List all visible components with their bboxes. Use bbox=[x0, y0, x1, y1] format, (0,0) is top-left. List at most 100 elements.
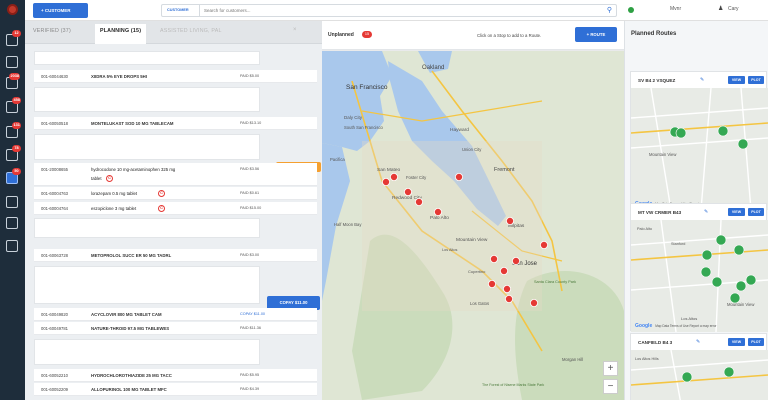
close-icon[interactable]: × bbox=[293, 27, 297, 33]
search-input[interactable] bbox=[204, 6, 584, 15]
controlled-substance-icon: C bbox=[158, 205, 165, 212]
nav-badge: 458 bbox=[12, 97, 22, 104]
order-row[interactable]: 001-60004764 eszopiclone 3 mg tablet C P… bbox=[34, 202, 317, 215]
map-label: Fremont bbox=[494, 167, 515, 173]
tab-verified[interactable]: VERIFIED (37) bbox=[33, 28, 71, 34]
nav-badge: 78 bbox=[12, 145, 21, 152]
map-label: Los Altos bbox=[442, 248, 458, 252]
plot-route-button[interactable]: PLOT bbox=[748, 76, 764, 84]
edit-icon[interactable]: ✎ bbox=[704, 209, 708, 215]
add-customer-button[interactable]: + CUSTOMER bbox=[33, 3, 88, 18]
edit-icon[interactable]: ✎ bbox=[700, 77, 704, 83]
controlled-substance-icon: C bbox=[106, 175, 113, 182]
route-name[interactable]: CANFIELD B4 3 bbox=[638, 340, 672, 345]
order-group-header bbox=[34, 87, 260, 112]
user-menu[interactable]: Cary bbox=[728, 6, 739, 12]
stops-map[interactable]: Oakland San Francisco Daly City South Sa… bbox=[322, 51, 624, 400]
map-label: Los Altos bbox=[681, 316, 697, 321]
stop-marker bbox=[700, 266, 712, 278]
payment-status: COPAY $11.00 bbox=[240, 312, 266, 316]
view-route-button[interactable]: VIEW bbox=[728, 208, 745, 216]
route-minimap[interactable]: Palo Alto Stanford Mountain View Los Alt… bbox=[631, 220, 768, 332]
drug-name: NATURE-THROID 97.5 MG TABLEWES bbox=[91, 326, 170, 331]
route-card: CANFIELD B4 3 ✎ VIEW PLOT Los Altos Hill… bbox=[630, 333, 768, 400]
route-card: MT VW CRMER B43 ✎ VIEW PLOT Palo Alto St… bbox=[630, 203, 768, 332]
rx-number: 001-60063728 bbox=[41, 253, 69, 258]
add-route-button[interactable]: + ROUTE bbox=[575, 27, 617, 42]
plot-route-button[interactable]: PLOT bbox=[748, 208, 764, 216]
payment-status: PAID $11.36 bbox=[240, 326, 261, 330]
order-row[interactable]: 001-60052210 HYDROCHLOROTHIAZIDE 25 MG T… bbox=[34, 369, 317, 382]
drug-name: HYDROCHLOROTHIAZIDE 25 MG TACC bbox=[91, 373, 172, 378]
stop-marker bbox=[434, 207, 443, 216]
search-scope-select[interactable]: CUSTOMER bbox=[162, 5, 200, 16]
map-label: Los Gatos bbox=[470, 301, 489, 306]
map-label: Daly City bbox=[344, 115, 363, 120]
payment-status: PAID $13.10 bbox=[240, 121, 262, 125]
stop-marker bbox=[735, 280, 747, 292]
drug-name: hydrocodone 10 mg-acetaminophen 325 mg bbox=[91, 167, 176, 172]
planned-routes-title: Planned Routes bbox=[631, 31, 677, 37]
stop-marker bbox=[681, 371, 693, 383]
payment-status: PAID $4.39 bbox=[240, 387, 260, 391]
edit-icon[interactable]: ✎ bbox=[696, 339, 700, 345]
stop-marker bbox=[487, 279, 496, 288]
map-hint: Click on a Stop to add to a Route. bbox=[477, 33, 542, 38]
map-label: Union City bbox=[462, 147, 482, 152]
plot-route-button[interactable]: PLOT bbox=[748, 338, 764, 346]
order-row[interactable]: 001-20008655 hydrocodone 10 mg-acetamino… bbox=[34, 163, 317, 186]
stop-marker bbox=[715, 234, 727, 246]
order-row[interactable]: 001-60049820 ACYCLOVIR 800 MG TABLET CAM… bbox=[34, 308, 317, 321]
route-name[interactable]: SV B4 2 VSQUEZ bbox=[638, 78, 675, 83]
app-logo[interactable] bbox=[7, 4, 18, 15]
order-row[interactable]: 001-60049781 NATURE-THROID 97.5 MG TABLE… bbox=[34, 322, 317, 335]
stop-marker bbox=[675, 127, 687, 139]
order-row[interactable]: 001-60052209 ALLOPURINOL 100 MG TABLET M… bbox=[34, 383, 317, 396]
rx-number: 001-60004764 bbox=[41, 206, 69, 211]
search-icon[interactable]: ⚲ bbox=[607, 6, 612, 15]
top-bar: + CUSTOMER CUSTOMER ⚲ Mvnr ♟ Cary bbox=[25, 0, 768, 21]
nav-badge: 12 bbox=[12, 30, 21, 37]
planned-routes-panel: Planned Routes SV B4 2 VSQUEZ ✎ VIEW PLO… bbox=[624, 21, 768, 400]
order-row[interactable]: 001-60063728 METOPROLOL SUCC ER 50 MG TA… bbox=[34, 249, 317, 262]
route-minimap[interactable]: Los Altos Hills bbox=[631, 350, 768, 400]
nav-badge: 2038 bbox=[9, 73, 21, 80]
drug-name-cont: tablet bbox=[91, 176, 102, 181]
map-label: Palo Alto bbox=[430, 215, 449, 221]
zoom-in-button[interactable]: + bbox=[603, 361, 618, 376]
view-route-button[interactable]: VIEW bbox=[728, 76, 745, 84]
stop-marker bbox=[382, 178, 391, 187]
stop-marker bbox=[737, 138, 749, 150]
map-label: South San Francisco bbox=[344, 125, 384, 130]
route-minimap[interactable]: Mountain View GoogleMap Data Terms of Us… bbox=[631, 88, 768, 210]
rx-number: 001-60052209 bbox=[41, 387, 69, 392]
payment-status: PAID $5.00 bbox=[240, 74, 260, 78]
map-label: Foster City bbox=[406, 175, 427, 180]
stop-marker bbox=[454, 173, 463, 182]
map-label: Santa Clara County Park bbox=[534, 280, 576, 284]
clock-icon[interactable] bbox=[6, 56, 18, 68]
order-row[interactable]: 001-60044630 XIIDRA 5% EYE DROPS 5HI PAI… bbox=[34, 70, 317, 83]
location-select[interactable]: Mvnr bbox=[670, 6, 681, 12]
stop-marker bbox=[529, 298, 538, 307]
report-icon[interactable] bbox=[6, 240, 18, 252]
view-route-button[interactable]: VIEW bbox=[728, 338, 745, 346]
order-group-header bbox=[34, 218, 260, 238]
order-row[interactable]: 001-60050518 MONTELUKAST SOD 10 MG TABLE… bbox=[34, 117, 317, 130]
stop-marker bbox=[733, 244, 745, 256]
tab-bar: VERIFIED (37) PLANNING (15) ASSISTED LIV… bbox=[25, 21, 322, 44]
help-icon[interactable] bbox=[6, 196, 18, 208]
order-row[interactable]: 001-60004763 lorazepam 0.5 mg tablet C P… bbox=[34, 187, 317, 200]
route-name[interactable]: MT VW CRMER B43 bbox=[638, 210, 681, 215]
tab-assisted-living[interactable]: ASSISTED LIVING, PAL bbox=[160, 28, 222, 34]
stop-marker bbox=[701, 249, 713, 261]
stop-marker bbox=[489, 254, 498, 263]
document-icon[interactable] bbox=[6, 217, 18, 229]
tab-planning[interactable]: PLANNING (15) bbox=[95, 24, 147, 44]
zoom-out-button[interactable]: − bbox=[603, 379, 618, 394]
stop-marker bbox=[723, 366, 735, 378]
map-label: The Forest of Nisene Marks State Park bbox=[482, 383, 544, 387]
payment-status: PAID $0.61 bbox=[240, 191, 260, 195]
drug-name: ACYCLOVIR 800 MG TABLET CAM bbox=[91, 312, 162, 317]
drug-name: lorazepam 0.5 mg tablet bbox=[91, 191, 138, 196]
